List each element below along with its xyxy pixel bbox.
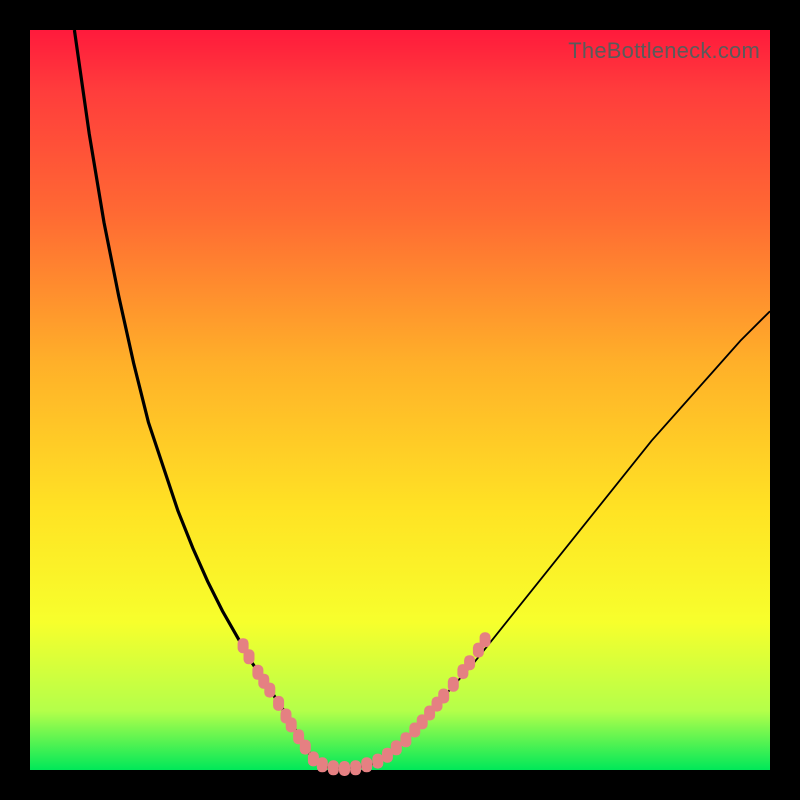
overlay-dot	[317, 757, 328, 772]
overlay-dot	[264, 683, 275, 698]
overlay-dot	[286, 717, 297, 732]
overlay-dot	[339, 761, 350, 776]
curve-right-tail	[592, 311, 770, 515]
overlay-dot	[372, 754, 383, 769]
overlay-dot	[273, 696, 284, 711]
dot-group	[238, 632, 491, 776]
chart-frame: TheBottleneck.com	[0, 0, 800, 800]
overlay-dot	[480, 632, 491, 647]
overlay-dot	[300, 740, 311, 755]
overlay-dot	[350, 760, 361, 775]
overlay-dot	[328, 760, 339, 775]
curve-group	[74, 30, 770, 769]
overlay-dot	[391, 740, 402, 755]
overlay-dot	[244, 649, 255, 664]
overlay-dot	[361, 757, 372, 772]
overlay-dot	[464, 655, 475, 670]
overlay-dot	[438, 689, 449, 704]
curve-left-curve	[74, 30, 315, 763]
overlay-dot	[448, 677, 459, 692]
curves-svg	[30, 30, 770, 770]
plot-area: TheBottleneck.com	[30, 30, 770, 770]
